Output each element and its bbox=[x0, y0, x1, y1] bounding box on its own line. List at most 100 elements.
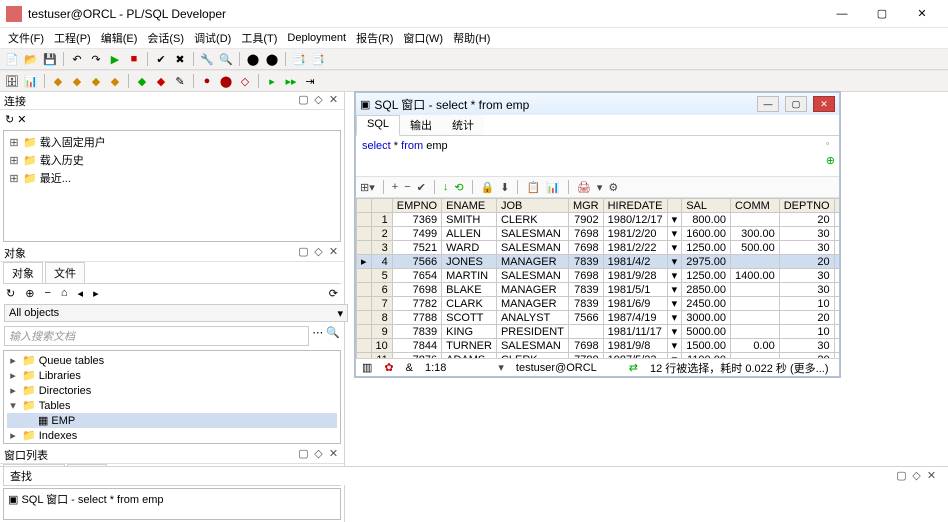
tree-twisty-icon[interactable]: ▸ bbox=[7, 369, 19, 382]
grid-cell[interactable]: 1400.00 bbox=[730, 269, 779, 283]
tree-twisty-icon[interactable]: ⊞ bbox=[8, 172, 20, 185]
table-row[interactable]: 77782CLARKMANAGER78391981/6/9▾2450.0010 bbox=[357, 297, 840, 311]
grid-cell[interactable]: 7839 bbox=[568, 283, 603, 297]
grid-header[interactable] bbox=[834, 199, 839, 213]
grid-cell[interactable]: 30 bbox=[779, 241, 834, 255]
grid-cell[interactable]: 500.00 bbox=[730, 241, 779, 255]
tree-twisty-icon[interactable]: ▸ bbox=[7, 384, 19, 397]
grid-icon[interactable]: ⊞▾ bbox=[360, 181, 375, 194]
cancel-icon[interactable]: ↓ bbox=[443, 181, 449, 193]
tool-icon[interactable]: ◆ bbox=[88, 73, 104, 89]
child-close-button[interactable]: ✕ bbox=[813, 96, 835, 112]
panel-pin-icon[interactable]: ◇ bbox=[312, 94, 325, 107]
panel-close-icon[interactable]: ✕ bbox=[925, 470, 938, 483]
menu-item[interactable]: 报告(R) bbox=[352, 29, 397, 47]
grid-cell[interactable] bbox=[834, 339, 839, 353]
table-row[interactable]: 57654MARTINSALESMAN76981981/9/28▾1250.00… bbox=[357, 269, 840, 283]
grid-cell[interactable]: ▾ bbox=[667, 241, 682, 255]
grid-cell[interactable]: SALESMAN bbox=[496, 241, 568, 255]
tree-row[interactable]: ⊞📁载入历史 bbox=[8, 151, 336, 169]
grid-cell[interactable] bbox=[834, 255, 839, 269]
panel-close-icon[interactable]: ✕ bbox=[327, 246, 340, 259]
menu-item[interactable]: 编辑(E) bbox=[97, 29, 142, 47]
grid-cell[interactable] bbox=[730, 297, 779, 311]
grid-cell[interactable] bbox=[834, 269, 839, 283]
grid-cell[interactable] bbox=[834, 227, 839, 241]
obj-toolbar-button[interactable]: ↻ bbox=[6, 287, 15, 300]
add-row-icon[interactable]: + bbox=[392, 181, 398, 193]
grid-cell[interactable]: MARTIN bbox=[442, 269, 497, 283]
grid-cell[interactable] bbox=[834, 325, 839, 339]
grid-cell[interactable]: MANAGER bbox=[496, 255, 568, 269]
fetch-icon[interactable]: ⬇ bbox=[500, 181, 509, 194]
child-maximize-button[interactable]: ▢ bbox=[785, 96, 807, 112]
child-minimize-button[interactable]: — bbox=[757, 96, 779, 112]
tab-files[interactable]: 文件 bbox=[45, 262, 85, 283]
grid-cell[interactable]: 7698 bbox=[568, 241, 603, 255]
undo-icon[interactable]: ↶ bbox=[69, 51, 85, 67]
grid-cell[interactable] bbox=[730, 325, 779, 339]
grid-header[interactable]: SAL bbox=[682, 199, 731, 213]
tab-stats[interactable]: 统计 bbox=[442, 115, 484, 135]
dropdown-icon[interactable]: ▾ bbox=[597, 181, 603, 194]
row-number[interactable]: 9 bbox=[371, 325, 392, 339]
grid-cell[interactable]: 7839 bbox=[568, 255, 603, 269]
panel-restore-icon[interactable]: ▢ bbox=[895, 470, 908, 483]
grid-cell[interactable]: ▾ bbox=[667, 227, 682, 241]
grid-cell[interactable]: SCOTT bbox=[442, 311, 497, 325]
grid-cell[interactable] bbox=[730, 283, 779, 297]
tab-sql[interactable]: SQL bbox=[356, 115, 400, 136]
grid-cell[interactable] bbox=[834, 297, 839, 311]
grid-cell[interactable]: 1981/5/1 bbox=[603, 283, 667, 297]
grid-cell[interactable]: 1250.00 bbox=[682, 269, 731, 283]
grid-header[interactable]: EMPNO bbox=[392, 199, 441, 213]
menu-item[interactable]: 调试(D) bbox=[190, 29, 235, 47]
row-number[interactable]: 10 bbox=[371, 339, 392, 353]
row-number[interactable]: 1 bbox=[371, 213, 392, 227]
row-number[interactable]: 2 bbox=[371, 227, 392, 241]
tool-icon[interactable]: ▸ bbox=[264, 73, 280, 89]
refresh-icon[interactable]: ↻ bbox=[5, 113, 14, 126]
grid-cell[interactable]: 7654 bbox=[392, 269, 441, 283]
grid-cell[interactable] bbox=[834, 213, 839, 227]
sql-window-tabs[interactable]: SQL 输出 统计 bbox=[356, 115, 839, 136]
grid-cell[interactable]: 0.00 bbox=[730, 339, 779, 353]
grid-cell[interactable]: 1500.00 bbox=[682, 339, 731, 353]
grid-cell[interactable]: 1981/2/20 bbox=[603, 227, 667, 241]
grid-cell[interactable]: 7698 bbox=[568, 339, 603, 353]
grid-cell[interactable]: CLARK bbox=[442, 297, 497, 311]
grid-cell[interactable]: 30 bbox=[779, 283, 834, 297]
grid-cell[interactable] bbox=[834, 311, 839, 325]
grid-cell[interactable]: ▾ bbox=[667, 339, 682, 353]
settings-icon[interactable]: ⚙ bbox=[608, 181, 618, 194]
panel-restore-icon[interactable]: ▢ bbox=[297, 448, 310, 461]
grid-cell[interactable]: WARD bbox=[442, 241, 497, 255]
tool-icon[interactable]: 🔍 bbox=[218, 51, 234, 67]
panel-close-icon[interactable]: ✕ bbox=[327, 448, 340, 461]
grid-cell[interactable]: 20 bbox=[779, 255, 834, 269]
objects-tree[interactable]: ▸📁Queue tables▸📁Libraries▸📁Directories▾📁… bbox=[3, 350, 341, 444]
tool-icon[interactable]: 📑 bbox=[310, 51, 326, 67]
grid-cell[interactable]: 2975.00 bbox=[682, 255, 731, 269]
grid-header[interactable]: HIREDATE bbox=[603, 199, 667, 213]
grid-header[interactable]: COMM bbox=[730, 199, 779, 213]
maximize-button[interactable]: ▢ bbox=[862, 2, 902, 26]
grid-header[interactable]: MGR bbox=[568, 199, 603, 213]
grid-cell[interactable]: 800.00 bbox=[682, 213, 731, 227]
commit-icon[interactable]: ✔ bbox=[153, 51, 169, 67]
grid-cell[interactable]: SALESMAN bbox=[496, 339, 568, 353]
obj-toolbar-button[interactable]: ⌂ bbox=[61, 287, 68, 299]
grid-cell[interactable] bbox=[730, 213, 779, 227]
tool-icon[interactable]: ◆ bbox=[107, 73, 123, 89]
grid-cell[interactable]: 7698 bbox=[568, 269, 603, 283]
export-icon[interactable]: 📋 bbox=[526, 181, 540, 194]
grid-cell[interactable]: 1987/4/19 bbox=[603, 311, 667, 325]
panel-pin-icon[interactable]: ◇ bbox=[312, 448, 325, 461]
grid-cell[interactable]: 1981/4/2 bbox=[603, 255, 667, 269]
result-grid[interactable]: EMPNOENAMEJOBMGRHIREDATESALCOMMDEPTNO173… bbox=[356, 198, 839, 358]
grid-cell[interactable]: 1600.00 bbox=[682, 227, 731, 241]
grid-cell[interactable]: 30 bbox=[779, 339, 834, 353]
row-number[interactable]: 6 bbox=[371, 283, 392, 297]
tree-row[interactable]: ▸📁Constraints bbox=[7, 443, 337, 444]
tool-icon[interactable]: ⬤ bbox=[218, 73, 234, 89]
